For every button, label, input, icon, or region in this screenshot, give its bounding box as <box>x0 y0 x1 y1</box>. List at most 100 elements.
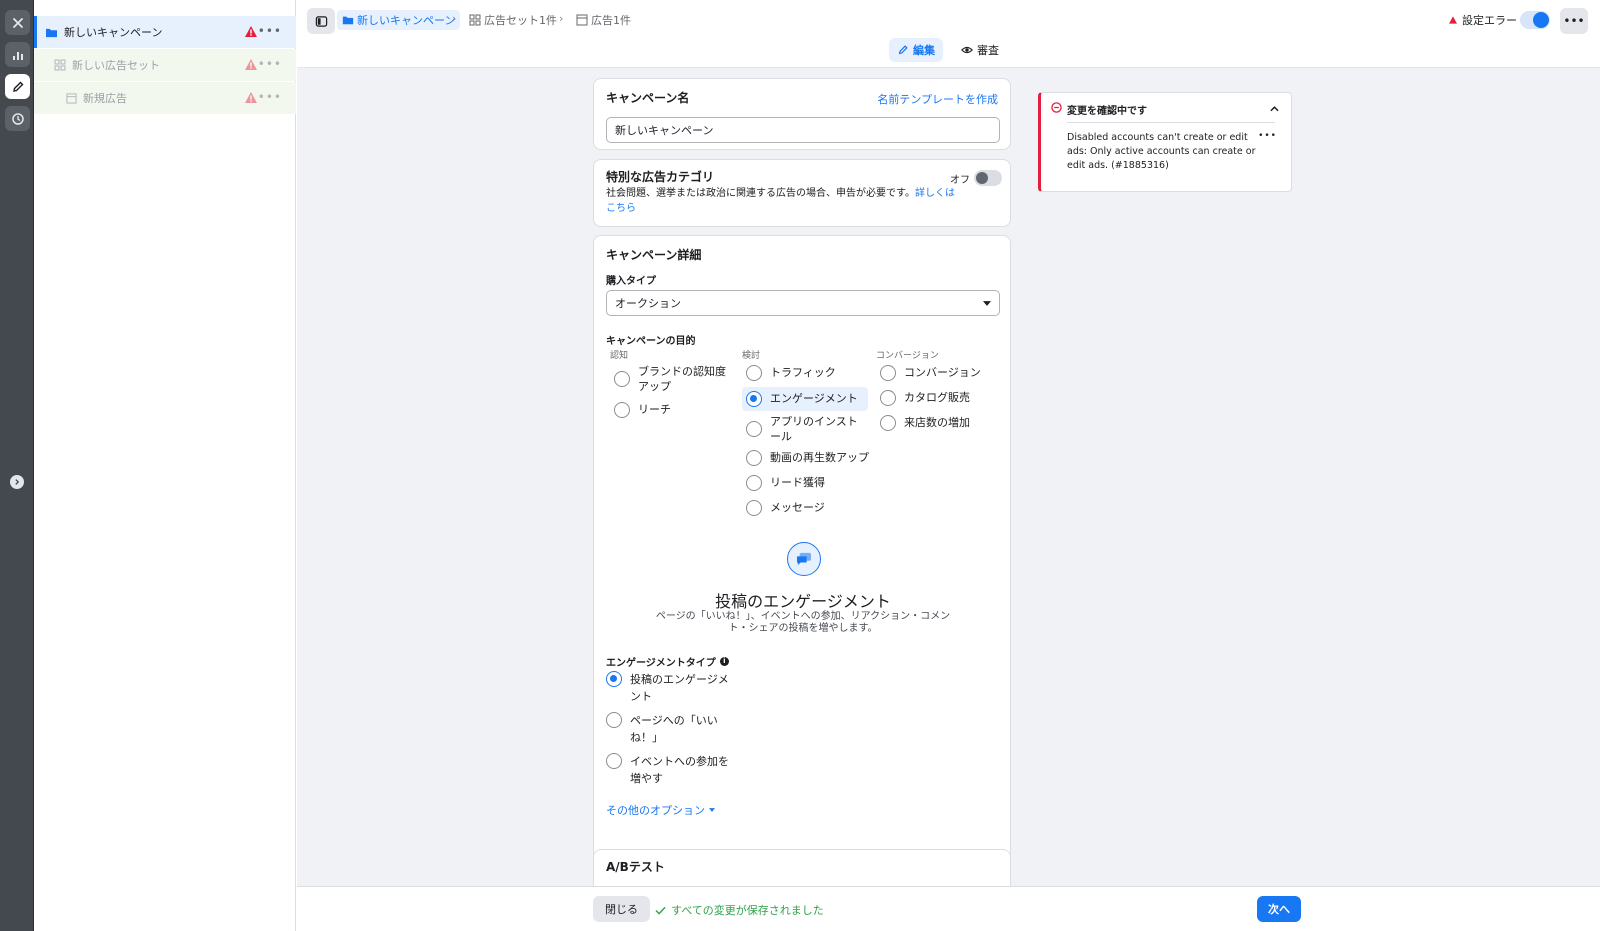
campaign-name-input[interactable]: 新しいキャンペーン <box>606 117 1000 143</box>
radio[interactable] <box>746 475 762 491</box>
objective-label: キャンペーンの目的 <box>606 336 696 347</box>
caret-down-icon <box>983 300 991 306</box>
breadcrumb-adset[interactable]: 広告セット1件 <box>469 10 557 30</box>
breadcrumb-campaign[interactable]: 新しいキャンペーン <box>337 10 461 30</box>
breadcrumb-adset-label: 広告セット1件 <box>484 14 557 27</box>
option-label: 投稿のエンゲージメント <box>630 673 729 703</box>
objective-brand-awareness[interactable]: ブランドの認知度アップ <box>614 364 732 394</box>
grid-icon <box>54 59 66 71</box>
error-message: Disabled accounts can't create or edit a… <box>1067 132 1256 171</box>
objective-reach[interactable]: リーチ <box>614 402 671 418</box>
more-options-label: その他のオプション <box>606 804 705 817</box>
engagement-type-post[interactable]: 投稿のエンゲージメント <box>606 671 734 705</box>
buying-type-select[interactable]: オークション <box>606 290 1000 316</box>
review-error-panel: 変更を確認中です Disabled accounts can't create … <box>1038 92 1292 192</box>
ad-icon <box>66 92 77 104</box>
grid-icon <box>469 14 481 26</box>
radio[interactable] <box>614 402 630 418</box>
warning-icon <box>245 92 257 103</box>
chevron-up-icon[interactable] <box>1270 106 1279 112</box>
option-label: イベントへの参加を増やす <box>630 755 729 785</box>
chevron-right-icon: › <box>559 12 564 25</box>
objective-conversions[interactable]: コンバージョン <box>880 365 981 381</box>
editor-canvas[interactable]: キャンペーン名 名前テンプレートを作成 新しいキャンペーン 特別な広告カテゴリ … <box>297 68 1600 909</box>
name-template-link[interactable]: 名前テンプレートを作成 <box>877 91 998 107</box>
close-icon[interactable] <box>5 10 30 35</box>
special-category-description: 社会問題、選挙または政治に関連する広告の場合、申告が必要です。詳しくはこちら <box>606 186 956 216</box>
next-button[interactable]: 次へ <box>1257 896 1301 922</box>
save-status: すべての変更が保存されました <box>655 902 824 918</box>
breadcrumb-ad-label: 広告1件 <box>591 14 631 27</box>
tree-item-campaign[interactable]: 新しいキャンペーン ••• <box>34 16 296 48</box>
objective-engagement[interactable]: エンゲージメント <box>742 387 868 411</box>
special-category-title: 特別な広告カテゴリ <box>606 170 715 184</box>
tab-review-label: 審査 <box>977 44 999 57</box>
close-button[interactable]: 閉じる <box>593 896 650 922</box>
radio[interactable] <box>746 500 762 516</box>
error-panel-title: 変更を確認中です <box>1067 106 1147 117</box>
radio[interactable] <box>606 712 622 728</box>
radio[interactable] <box>614 371 630 387</box>
radio[interactable] <box>746 421 762 437</box>
radio[interactable] <box>880 415 896 431</box>
caret-down-icon <box>709 808 715 812</box>
buying-type-label: 購入タイプ <box>606 276 656 287</box>
special-category-toggle[interactable] <box>974 170 1002 186</box>
tab-review[interactable]: 審査 <box>955 38 1005 62</box>
objective-video-views[interactable]: 動画の再生数アップ <box>746 450 869 466</box>
settings-error-indicator[interactable]: 設定エラー <box>1449 12 1517 28</box>
save-status-label: すべての変更が保存されました <box>671 904 824 917</box>
option-label: 動画の再生数アップ <box>770 451 869 464</box>
pencil-icon <box>898 45 908 55</box>
error-icon <box>1051 102 1062 113</box>
tree-item-ad[interactable]: 新規広告 ••• <box>34 82 296 114</box>
radio[interactable] <box>880 390 896 406</box>
more-icon[interactable]: ••• <box>258 57 282 71</box>
settings-toggle[interactable] <box>1520 11 1550 29</box>
objective-catalog-sales[interactable]: カタログ販売 <box>880 390 970 406</box>
objective-messages[interactable]: メッセージ <box>746 500 825 516</box>
more-icon[interactable]: ••• <box>1560 8 1588 34</box>
panel-toggle-icon[interactable] <box>307 8 335 34</box>
option-label: カタログ販売 <box>904 391 970 404</box>
info-icon[interactable]: i <box>719 657 729 666</box>
warning-icon <box>245 26 257 37</box>
option-label: メッセージ <box>770 501 825 514</box>
engagement-type-text: エンゲージメントタイプ <box>606 658 716 669</box>
objective-store-traffic[interactable]: 来店数の増加 <box>880 415 970 431</box>
radio[interactable] <box>746 391 762 407</box>
clock-icon[interactable] <box>5 106 30 131</box>
pencil-icon[interactable] <box>5 74 30 99</box>
option-label: リーチ <box>638 403 671 416</box>
special-category-card: 特別な広告カテゴリ 社会問題、選挙または政治に関連する広告の場合、申告が必要です… <box>593 159 1011 227</box>
radio[interactable] <box>606 671 622 687</box>
objective-app-installs[interactable]: アプリのインストール <box>746 414 868 444</box>
objective-lead-generation[interactable]: リード獲得 <box>746 475 825 491</box>
more-options-link[interactable]: その他のオプション <box>606 802 715 818</box>
radio[interactable] <box>606 753 622 769</box>
radio[interactable] <box>746 450 762 466</box>
campaign-details-card: キャンペーン詳細 購入タイプ オークション キャンペーンの目的 認知 検討 コン… <box>593 235 1011 885</box>
objective-heading: 投稿のエンゲージメント <box>715 592 891 611</box>
toggle-knob <box>976 172 988 184</box>
more-icon[interactable]: ••• <box>258 90 282 104</box>
objective-traffic[interactable]: トラフィック <box>746 365 836 381</box>
tree-item-adset[interactable]: 新しい広告セット ••• <box>34 49 296 81</box>
more-icon[interactable]: ••• <box>258 24 282 38</box>
breadcrumb-ad[interactable]: 広告1件 <box>576 10 631 30</box>
more-icon[interactable]: ••• <box>1258 131 1277 141</box>
tree-item-label: 新規広告 <box>83 92 127 105</box>
ad-icon <box>576 14 588 26</box>
group-label-awareness: 認知 <box>610 351 629 361</box>
breadcrumb-campaign-label: 新しいキャンペーン <box>357 14 456 27</box>
engagement-type-event[interactable]: イベントへの参加を増やす <box>606 753 734 787</box>
buying-type-value: オークション <box>615 297 681 310</box>
radio[interactable] <box>880 365 896 381</box>
engagement-type-page-likes[interactable]: ページへの「いいね！」 <box>606 712 718 746</box>
option-label: エンゲージメント <box>770 392 858 405</box>
chevron-right-icon[interactable] <box>10 475 24 489</box>
radio[interactable] <box>746 365 762 381</box>
option-label: ブランドの認知度アップ <box>638 365 726 393</box>
bar-chart-icon[interactable] <box>5 42 30 67</box>
tab-edit[interactable]: 編集 <box>889 38 943 62</box>
